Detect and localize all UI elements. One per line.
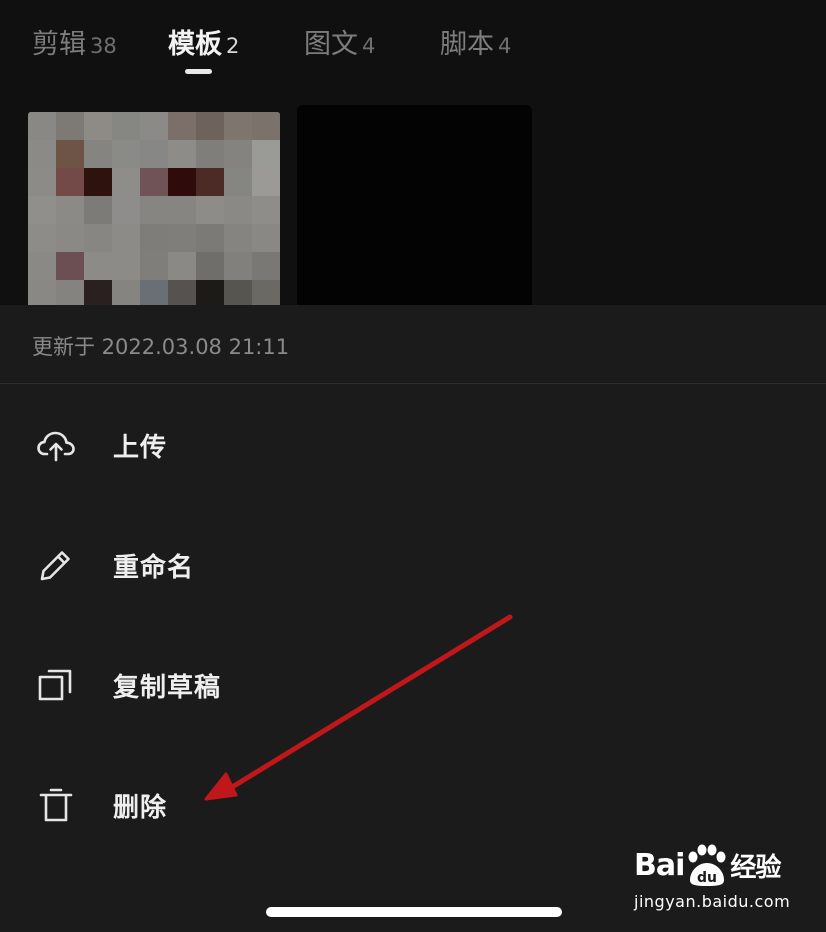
trash-icon (39, 788, 73, 822)
draft-thumbnail-dark[interactable] (297, 105, 532, 305)
menu-item-rename[interactable]: 重命名 (0, 515, 826, 615)
home-indicator[interactable] (266, 907, 562, 917)
draft-action-sheet: 更新于 2022.03.08 21:11 上传 重命名 复制草稿 删除 (0, 305, 826, 932)
copy-icon (38, 669, 72, 701)
draft-thumbnail-pixelated[interactable] (28, 112, 280, 305)
tab-edit[interactable]: 剪辑 38 (32, 22, 117, 62)
logo-paw-text: du (697, 870, 717, 886)
logo-text: 经验 (730, 852, 781, 883)
tab-script[interactable]: 脚本 4 (440, 22, 511, 62)
menu-item-label: 复制草稿 (113, 672, 222, 703)
tab-count: 4 (498, 34, 512, 58)
tab-label: 脚本 (440, 29, 494, 60)
baidu-jingyan-watermark: Bai du 经验 jingyan.baidu.com (634, 842, 794, 917)
tab-count: 4 (362, 34, 376, 58)
tab-label: 剪辑 (32, 29, 86, 60)
menu-item-label: 上传 (113, 432, 168, 463)
menu-item-label: 重命名 (113, 552, 195, 583)
baidu-logo: Bai du 经验 (634, 842, 781, 888)
pixelated-image (28, 112, 280, 305)
tab-template[interactable]: 模板 2 (168, 22, 239, 62)
sheet-divider (0, 383, 826, 384)
active-tab-indicator (185, 69, 212, 74)
watermark-url: jingyan.baidu.com (634, 892, 791, 911)
menu-item-upload[interactable]: 上传 (0, 395, 826, 495)
tab-label: 模板 (168, 29, 222, 60)
draft-thumbnails (0, 100, 826, 305)
menu-item-copy-draft[interactable]: 复制草稿 (0, 635, 826, 735)
paw-icon: du (688, 844, 726, 886)
tab-image-text[interactable]: 图文 4 (304, 22, 375, 62)
menu-item-label: 删除 (113, 792, 168, 823)
pencil-icon (40, 551, 70, 581)
tab-count: 2 (226, 34, 240, 58)
menu-item-delete[interactable]: 删除 (0, 755, 826, 855)
tab-count: 38 (90, 34, 117, 58)
tab-label: 图文 (304, 29, 358, 60)
draft-tabs: 剪辑 38 模板 2 图文 4 脚本 4 (0, 0, 826, 100)
logo-text: Bai (634, 847, 685, 883)
updated-timestamp: 更新于 2022.03.08 21:11 (32, 335, 290, 359)
cloud-upload-icon (37, 431, 75, 462)
